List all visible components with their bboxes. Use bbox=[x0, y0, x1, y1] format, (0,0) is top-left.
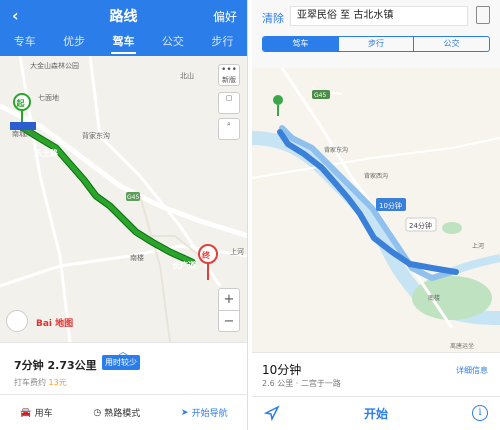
start-navigation-label: 开始导航 bbox=[191, 409, 228, 419]
transport-tabs: 专车 优步 驾车 公交 步行 bbox=[0, 32, 247, 54]
label-nan-lou-apple: 南楼 bbox=[428, 294, 440, 302]
tab-taxi[interactable]: 专车 bbox=[0, 32, 49, 54]
baidu-bottom-bar: 🚘 用车 ◷ 熟路模式 ➤ 开始导航 bbox=[0, 394, 247, 430]
clear-button[interactable]: 清除 bbox=[262, 10, 284, 26]
start-marker-label: 起 bbox=[16, 98, 26, 108]
label-shang-he-apple: 上河 bbox=[472, 242, 484, 250]
route-label-1: 乐土路 bbox=[34, 148, 59, 158]
apple-route-screen: 清除 亚翠民俗 至 古北水镇 驾车 步行 公交 G45 背家东沟 背家西沟 南楼… bbox=[252, 0, 500, 430]
segment-drive[interactable]: 驾车 bbox=[263, 37, 339, 51]
apple-route-time: 10分钟 bbox=[262, 363, 302, 377]
familiar-mode-button[interactable]: ◷ 熟路模式 bbox=[93, 406, 141, 420]
zoom-controls: + − bbox=[218, 288, 240, 332]
familiar-mode-label: 熟路模式 bbox=[104, 409, 141, 419]
zoom-out-button[interactable]: − bbox=[219, 311, 239, 333]
tab-transit[interactable]: 公交 bbox=[148, 32, 197, 54]
label-shang: 上河 bbox=[230, 247, 244, 256]
baidu-header: ‹ 路线 偏好 专车 优步 驾车 公交 步行 bbox=[0, 0, 247, 56]
start-navigation-button[interactable]: ➤ 开始导航 bbox=[181, 406, 228, 420]
map-canvas: 大金山森林公园 七面地 北山 南城门 背家东沟 G45 南楼 上河 乐土路 长广… bbox=[0, 55, 247, 343]
route-time: 7分钟 2.73公里 bbox=[14, 357, 97, 373]
fastest-badge: 用时较少 bbox=[102, 355, 140, 370]
label-nan-city: 南城门 bbox=[12, 129, 33, 138]
label-north-mountain: 北山 bbox=[180, 71, 194, 80]
preference-button[interactable]: 偏好 bbox=[213, 8, 237, 25]
segment-transit[interactable]: 公交 bbox=[414, 37, 489, 51]
transport-segmented-control: 驾车 步行 公交 bbox=[262, 36, 490, 52]
route-distance: 2.73公里 bbox=[47, 359, 97, 372]
new-badge-label: 新版 bbox=[222, 76, 236, 84]
label-g45-apple: G45 bbox=[314, 92, 326, 99]
segment-walk[interactable]: 步行 bbox=[339, 37, 415, 51]
fare-label: 打车费约 bbox=[14, 378, 46, 387]
taxi-button-label: 用车 bbox=[34, 409, 53, 419]
fare-value: 13元 bbox=[48, 378, 67, 387]
apple-bottom-bar: 开始 i bbox=[252, 396, 500, 430]
zoom-search-icon[interactable]: ⌕ bbox=[218, 118, 240, 140]
label-nan-lou: 南楼 bbox=[130, 253, 144, 262]
tab-walk[interactable]: 步行 bbox=[198, 32, 247, 54]
info-icon[interactable]: i bbox=[472, 405, 488, 421]
label-north-ditch-2-apple: 背家西沟 bbox=[364, 172, 388, 180]
bubble-alternate: 24分钟 bbox=[409, 221, 432, 230]
apple-map[interactable]: G45 背家东沟 背家西沟 南楼 上河 离唐运坐 10分钟 24分钟 bbox=[252, 67, 500, 352]
route-field[interactable]: 亚翠民俗 至 古北水镇 bbox=[290, 6, 468, 26]
layers-icon[interactable]: ▢ bbox=[218, 92, 240, 114]
share-icon[interactable] bbox=[476, 6, 490, 24]
zoom-in-button[interactable]: + bbox=[219, 289, 239, 311]
label-north-ditch: 背家东沟 bbox=[82, 131, 110, 140]
label-g45: G45 bbox=[127, 194, 139, 201]
page-title: 路线 bbox=[109, 9, 138, 25]
route-label-2: 长广道 bbox=[172, 260, 196, 270]
navigation-arrow-icon: ➤ bbox=[181, 407, 189, 418]
label-corner-apple: 离唐运坐 bbox=[450, 342, 474, 350]
label-forest-park: 大金山森林公园 bbox=[30, 61, 79, 70]
bubble-primary: 10分钟 bbox=[379, 201, 402, 210]
apple-route-summary[interactable]: 10分钟 2.6 公里 · 二宫于一路 详细信息 bbox=[252, 352, 500, 396]
details-link[interactable]: 详细信息 bbox=[456, 365, 488, 376]
app-root: ‹ 路线 偏好 专车 优步 驾车 公交 步行 大金山森林公园 七面地 北山 南城… bbox=[0, 0, 500, 430]
start-pin-icon bbox=[273, 95, 283, 105]
apple-route-sub: 2.6 公里 · 二宫于一路 bbox=[262, 379, 341, 388]
taxi-fare: 打车费约 13元 bbox=[14, 377, 67, 388]
label-seven-circles: 七面地 bbox=[38, 93, 59, 102]
route-time-value: 7分钟 bbox=[14, 359, 44, 372]
apple-header: 清除 亚翠民俗 至 古北水镇 驾车 步行 公交 bbox=[252, 0, 500, 68]
end-marker-label: 终 bbox=[201, 250, 211, 260]
map-canvas-apple: G45 背家东沟 背家西沟 南楼 上河 离唐运坐 10分钟 24分钟 bbox=[252, 67, 500, 350]
tab-uber[interactable]: 优步 bbox=[49, 32, 98, 54]
locate-icon[interactable] bbox=[6, 310, 28, 332]
route-summary[interactable]: ︿ 7分钟 2.73公里 用时较少 打车费约 13元 bbox=[0, 342, 247, 394]
label-north-ditch-apple: 背家东沟 bbox=[324, 146, 348, 154]
taxi-button[interactable]: 🚘 用车 bbox=[20, 406, 53, 420]
clock-icon: ◷ bbox=[93, 407, 102, 418]
car-icon: 🚘 bbox=[20, 407, 32, 418]
baidu-map[interactable]: 大金山森林公园 七面地 北山 南城门 背家东沟 G45 南楼 上河 乐土路 长广… bbox=[0, 55, 247, 343]
tab-drive[interactable]: 驾车 bbox=[99, 32, 148, 54]
new-version-button[interactable]: ••• 新版 bbox=[218, 64, 240, 86]
baidu-logo: Bai 地图 bbox=[36, 317, 73, 329]
baidu-route-screen: ‹ 路线 偏好 专车 优步 驾车 公交 步行 大金山森林公园 七面地 北山 南城… bbox=[0, 0, 248, 430]
start-button[interactable]: 开始 bbox=[252, 405, 500, 422]
